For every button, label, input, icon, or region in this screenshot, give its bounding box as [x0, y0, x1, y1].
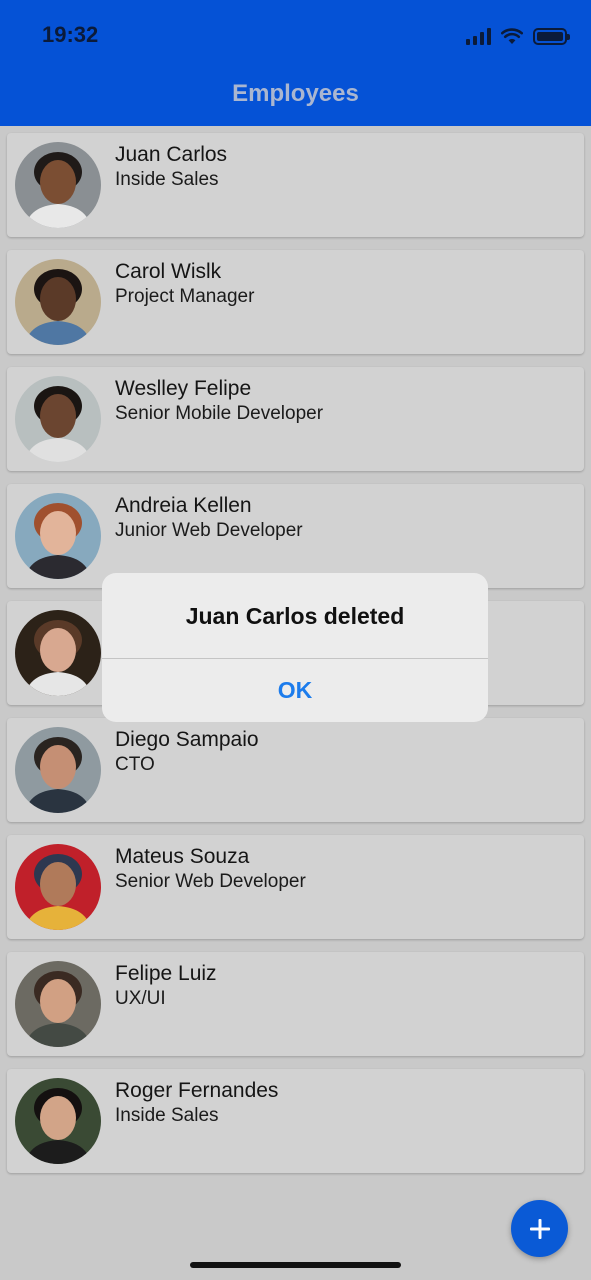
avatar [15, 610, 101, 696]
employee-name: Weslley Felipe [115, 377, 252, 400]
wifi-icon [501, 28, 523, 44]
employee-card[interactable]: Roger Fernandes Inside Sales [7, 1069, 584, 1173]
page-title: Employees [232, 80, 359, 107]
avatar [15, 376, 101, 462]
alert-dialog: Juan Carlos deleted OK [102, 573, 488, 722]
battery-icon [533, 27, 570, 45]
employee-role: CTO [115, 754, 155, 775]
plus-icon [529, 1218, 550, 1239]
employee-role: Junior Web Developer [115, 520, 303, 541]
avatar [15, 1078, 101, 1164]
app-header: 19:32 Employees [0, 0, 591, 126]
employee-card[interactable]: Felipe Luiz UX/UI [7, 952, 584, 1056]
avatar [15, 493, 101, 579]
employee-role: Senior Mobile Developer [115, 403, 324, 424]
status-time: 19:32 [42, 22, 99, 47]
employee-role: Project Manager [115, 286, 255, 307]
employee-card[interactable]: Carol Wislk Project Manager [7, 250, 584, 354]
employee-role: Inside Sales [115, 1105, 219, 1126]
avatar [15, 844, 101, 930]
avatar [15, 142, 101, 228]
employee-card[interactable]: Juan Carlos Inside Sales [7, 133, 584, 237]
ok-button[interactable]: OK [102, 659, 488, 722]
employee-name: Juan Carlos [115, 143, 228, 166]
add-employee-button[interactable] [511, 1200, 568, 1257]
avatar [15, 961, 101, 1047]
employee-card[interactable]: Diego Sampaio CTO [7, 718, 584, 822]
employee-card[interactable]: Weslley Felipe Senior Mobile Developer [7, 367, 584, 471]
alert-title: Juan Carlos deleted [185, 603, 405, 629]
employee-role: UX/UI [115, 988, 166, 1009]
employee-name: Carol Wislk [115, 260, 222, 283]
employee-name: Andreia Kellen [115, 494, 252, 517]
status-icons [466, 24, 570, 48]
employee-name: Mateus Souza [115, 845, 250, 868]
employee-role: Inside Sales [115, 169, 219, 190]
employee-name: Roger Fernandes [115, 1079, 279, 1102]
avatar [15, 259, 101, 345]
avatar [15, 727, 101, 813]
employee-card[interactable]: Mateus Souza Senior Web Developer [7, 835, 584, 939]
home-indicator[interactable] [190, 1262, 401, 1268]
employee-role: Senior Web Developer [115, 871, 306, 892]
employee-name: Diego Sampaio [115, 728, 259, 751]
cellular-signal-icon [466, 27, 491, 45]
employee-name: Felipe Luiz [115, 962, 217, 985]
